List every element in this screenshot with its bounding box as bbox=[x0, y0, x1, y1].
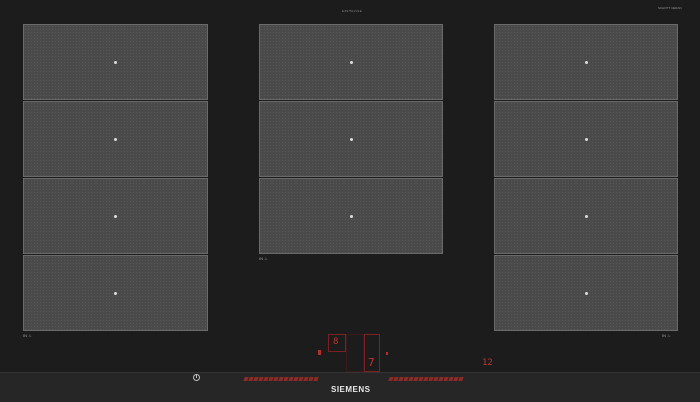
slider-control-left[interactable] bbox=[243, 377, 319, 381]
power-level-display: 8 bbox=[333, 337, 339, 347]
cooking-zone-left-4[interactable] bbox=[23, 255, 208, 331]
zone-marker bbox=[584, 60, 588, 64]
zone-marker bbox=[584, 214, 588, 218]
indicator-right bbox=[386, 352, 388, 355]
zone-marker bbox=[349, 214, 353, 218]
cooking-zone-middle-3[interactable] bbox=[259, 178, 443, 254]
zone-marker bbox=[114, 60, 117, 64]
model-label: EX975LVV1E bbox=[342, 9, 363, 13]
brand-logo: SIEMENS bbox=[331, 385, 371, 394]
cooktop: EX975LVV1E SCHOTT CERAN IN ♨ IN ♨ IN ♨ 8… bbox=[0, 0, 700, 402]
zone-marker bbox=[349, 137, 353, 141]
main-digit-display: 7 bbox=[368, 356, 375, 369]
cooking-zone-left-1[interactable] bbox=[23, 24, 208, 100]
cooking-zone-right-3[interactable] bbox=[494, 178, 678, 254]
cooking-zone-right-1[interactable] bbox=[494, 24, 678, 100]
zone-marker bbox=[114, 214, 117, 218]
timer-display: 12 bbox=[482, 358, 493, 368]
cooking-zone-left-2[interactable] bbox=[23, 101, 208, 177]
slider-control-right[interactable] bbox=[388, 377, 464, 381]
zone-label-middle: IN ♨ bbox=[259, 256, 268, 261]
zone-label-right: IN ♨ bbox=[662, 333, 671, 338]
zone-marker bbox=[584, 137, 588, 141]
indicator-left bbox=[318, 350, 321, 355]
cooking-zone-right-2[interactable] bbox=[494, 101, 678, 177]
zone-marker bbox=[584, 291, 588, 295]
zone-marker bbox=[114, 291, 117, 295]
zone-marker bbox=[349, 60, 353, 64]
power-icon[interactable] bbox=[193, 374, 200, 381]
cooking-zone-right-4[interactable] bbox=[494, 255, 678, 331]
schott-ceran-logo: SCHOTT CERAN bbox=[658, 6, 682, 10]
zone-label-left: IN ♨ bbox=[23, 333, 32, 338]
cooking-zone-middle-2[interactable] bbox=[259, 101, 443, 177]
cooking-zone-middle-1[interactable] bbox=[259, 24, 443, 100]
cooking-zone-left-3[interactable] bbox=[23, 178, 208, 254]
display-frame-middle bbox=[346, 334, 364, 372]
zone-marker bbox=[114, 137, 117, 141]
